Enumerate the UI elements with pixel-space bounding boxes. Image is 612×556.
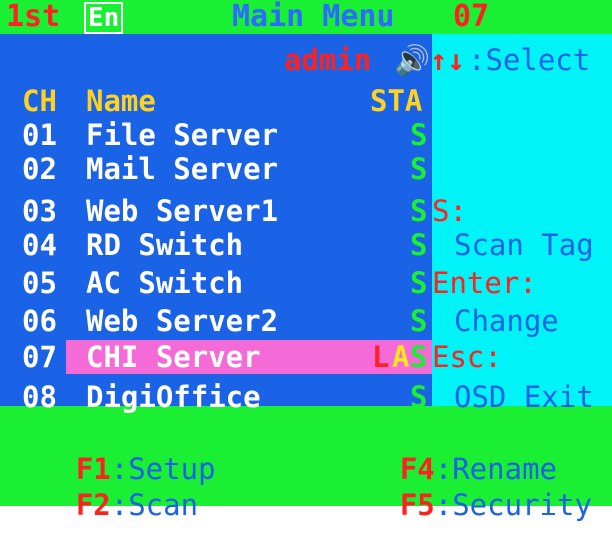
channel-number: 05 bbox=[22, 266, 57, 300]
select-hint: :Select bbox=[468, 43, 591, 77]
channel-name: Web Server1 bbox=[86, 194, 279, 228]
f2-key: F2 bbox=[75, 488, 111, 522]
status-flag: S bbox=[410, 194, 428, 228]
status-flag-l: L bbox=[372, 340, 390, 374]
help-s-text: Scan Tag bbox=[454, 228, 594, 262]
channel-number: 02 bbox=[22, 152, 57, 186]
channel-name: Mail Server bbox=[86, 152, 279, 186]
status-flag: S bbox=[410, 228, 428, 262]
help-esc-text: OSD Exit bbox=[454, 380, 594, 414]
f5-security-button[interactable]: F5:Security bbox=[330, 454, 592, 556]
column-header-name: Name bbox=[86, 84, 156, 118]
up-down-arrows-icon: ↑↓ bbox=[430, 43, 465, 77]
channel-number: 01 bbox=[22, 118, 57, 152]
channel-number: 08 bbox=[22, 380, 57, 414]
status-flag-a: A bbox=[392, 340, 410, 374]
status-flag: S bbox=[410, 304, 428, 338]
f2-label: :Scan bbox=[110, 488, 199, 522]
status-flag-s: S bbox=[410, 340, 428, 374]
channel-name: AC Switch bbox=[86, 266, 244, 300]
user-name: admin bbox=[284, 43, 372, 77]
channel-name: RD Switch bbox=[86, 228, 244, 262]
status-flag: S bbox=[410, 380, 428, 414]
page-title: Main Menu bbox=[232, 0, 395, 34]
channel-number: 03 bbox=[22, 194, 57, 228]
channel-name: File Server bbox=[86, 118, 279, 152]
language-badge[interactable]: En bbox=[84, 2, 124, 34]
current-channel: 07 bbox=[453, 0, 490, 34]
channel-name: Web Server2 bbox=[86, 304, 279, 338]
help-enter-key: Enter: bbox=[432, 266, 537, 300]
channel-number: 06 bbox=[22, 304, 57, 338]
help-s-key: S: bbox=[432, 194, 467, 228]
f5-label: :Security bbox=[434, 488, 592, 522]
channel-number: 07 bbox=[22, 340, 57, 374]
help-enter-text: Change bbox=[454, 304, 559, 338]
channel-number: 04 bbox=[22, 228, 57, 262]
help-esc-key: Esc: bbox=[432, 340, 502, 374]
status-flag: S bbox=[410, 118, 428, 152]
column-header-ch: CH bbox=[22, 84, 57, 118]
channel-name: DigiOffice bbox=[86, 380, 261, 414]
f2-scan-button[interactable]: F2:Scan bbox=[6, 454, 198, 556]
status-flag: S bbox=[410, 266, 428, 300]
status-flag: S bbox=[410, 152, 428, 186]
osd-main-menu: 1st En Main Menu 07 admin 🔊 ↑↓ :Select C… bbox=[0, 0, 612, 522]
speaker-icon: 🔊 bbox=[394, 43, 431, 77]
priority-label: 1st bbox=[6, 0, 61, 34]
channel-name: CHI Server bbox=[86, 340, 261, 374]
f5-key: F5 bbox=[399, 488, 435, 522]
column-header-sta: STA bbox=[370, 84, 423, 118]
